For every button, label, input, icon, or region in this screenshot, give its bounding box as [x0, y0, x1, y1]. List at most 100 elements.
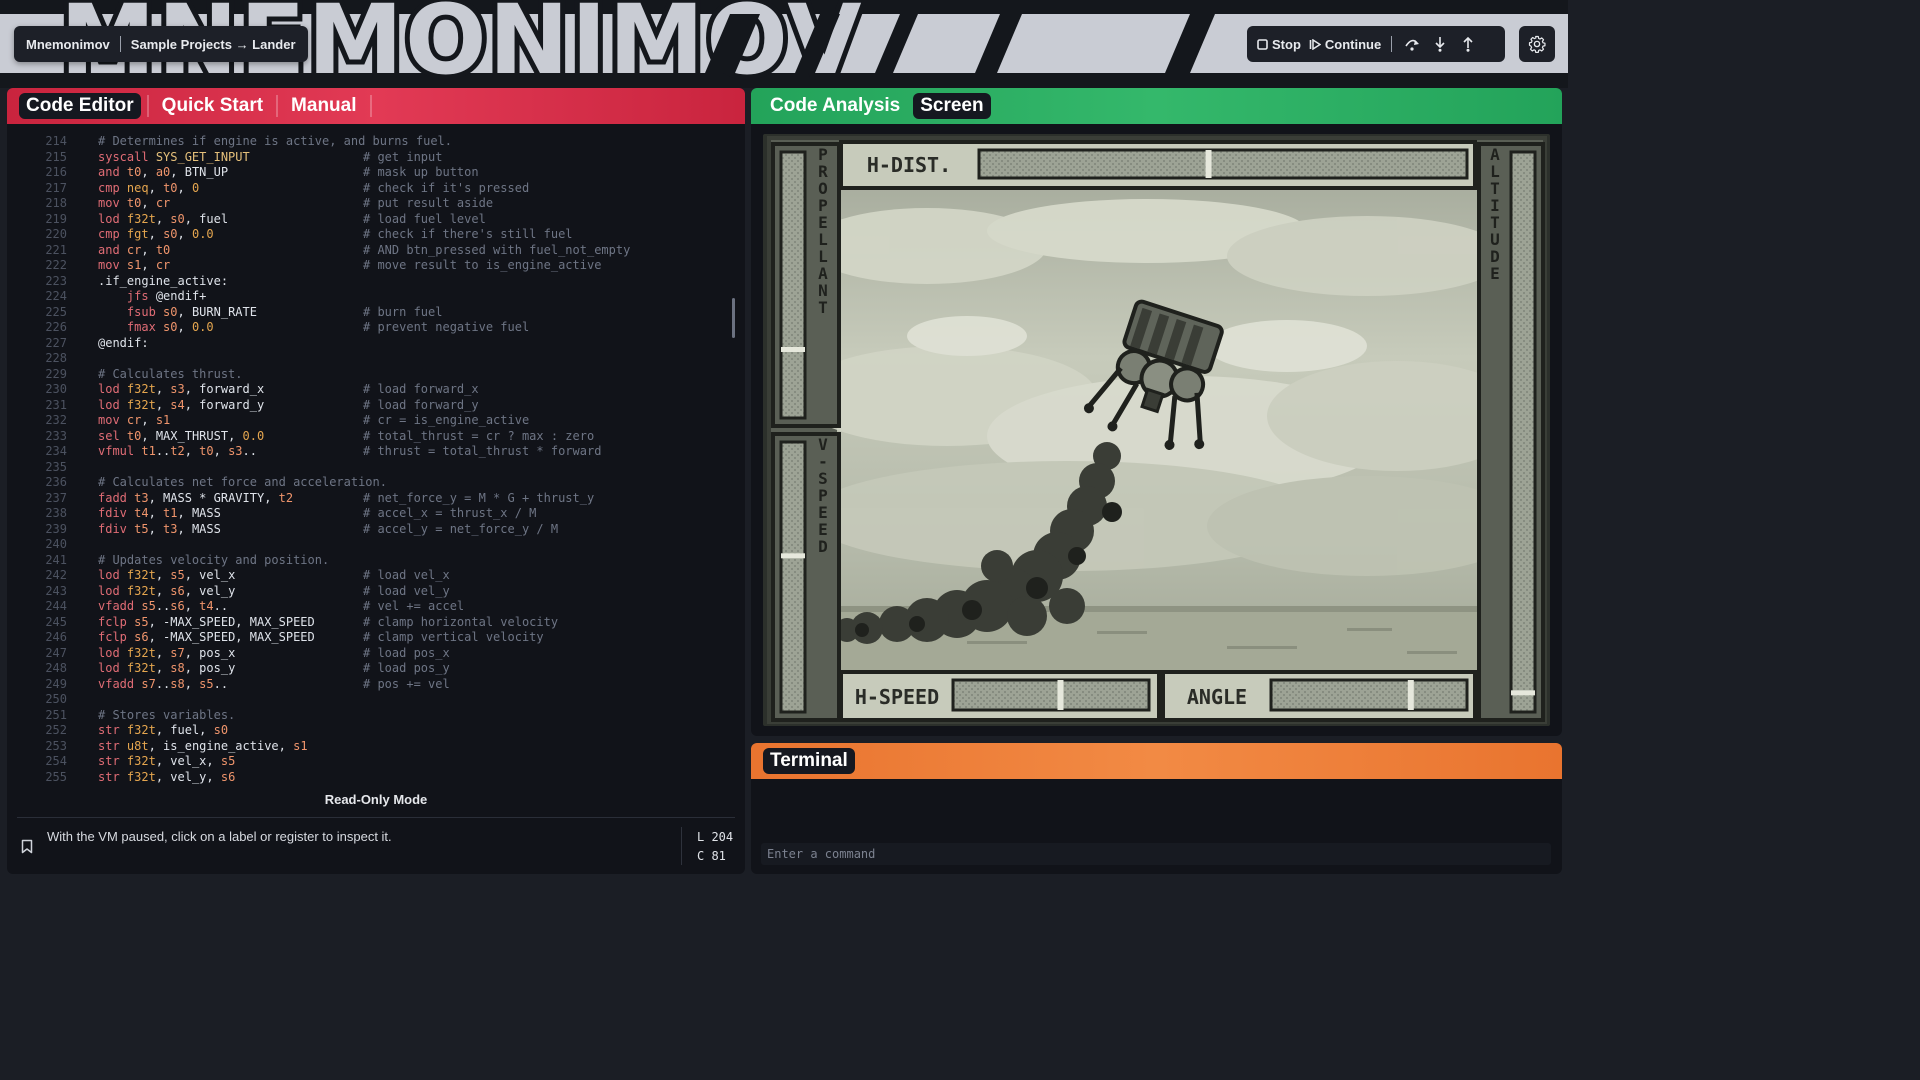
tab-quick-start[interactable]: Quick Start [155, 93, 270, 119]
code-text[interactable]: and cr, t0 [98, 243, 170, 259]
code-text[interactable]: fadd t3, MASS * GRAVITY, t2 [98, 491, 293, 507]
code-line[interactable]: 219 lod f32t, s0, fuel # load fuel level [7, 212, 745, 228]
settings-button[interactable] [1519, 26, 1555, 62]
code-line[interactable]: 228 [7, 351, 745, 367]
code-line[interactable]: 214 # Determines if engine is active, and… [7, 134, 745, 150]
code-line[interactable]: 243 lod f32t, s6, vel_y # load vel_y [7, 584, 745, 600]
code-line[interactable]: 251 # Stores variables. [7, 708, 745, 724]
code-text[interactable]: str u8t, is_engine_active, s1 [98, 739, 308, 755]
code-line[interactable]: 216 and t0, a0, BTN_UP # mask up button [7, 165, 745, 181]
code-line[interactable]: 250 [7, 692, 745, 708]
code-line[interactable]: 226 fmax s0, 0.0 # prevent negative fuel [7, 320, 745, 336]
tab-terminal[interactable]: Terminal [763, 748, 855, 774]
code-line[interactable]: 221 and cr, t0 # AND btn_pressed with fuel… [7, 243, 745, 259]
code-line[interactable]: 240 [7, 537, 745, 553]
code-line[interactable]: 224 jfs @endif+ [7, 289, 745, 305]
code-text[interactable]: .if_engine_active: [98, 274, 228, 290]
code-text[interactable]: lod f32t, s6, vel_y [98, 584, 235, 600]
code-text[interactable]: lod f32t, s0, fuel [98, 212, 228, 228]
code-text[interactable]: mov t0, cr [98, 196, 170, 212]
code-line[interactable]: 233 sel t0, MAX_THRUST, 0.0 # total_thrust… [7, 429, 745, 445]
code-line[interactable]: 229 # Calculates thrust. [7, 367, 745, 383]
code-text[interactable]: sel t0, MAX_THRUST, 0.0 [98, 429, 264, 445]
tab-manual[interactable]: Manual [284, 93, 363, 119]
step-out-button[interactable] [1458, 34, 1478, 54]
game-screen[interactable]: H-DIST. H-SPEED ANGLE PROPELLANTV-SPEEDA… [763, 134, 1550, 726]
code-text[interactable]: str f32t, vel_x, s5 [98, 754, 235, 770]
code-line[interactable]: 249 vfadd s7..s8, s5.. # pos += vel [7, 677, 745, 693]
code-text[interactable]: lod f32t, s5, vel_x [98, 568, 235, 584]
code-line[interactable]: 232 mov cr, s1 # cr = is_engine_active [7, 413, 745, 429]
code-line[interactable]: 225 fsub s0, BURN_RATE # burn fuel [7, 305, 745, 321]
code-text[interactable]: # Stores variables. [98, 708, 235, 724]
code-text[interactable]: vfmul t1..t2, t0, s3.. [98, 444, 257, 460]
tab-code-editor[interactable]: Code Editor [19, 93, 141, 119]
code-line[interactable]: 234 vfmul t1..t2, t0, s3.. # thrust = tota… [7, 444, 745, 460]
step-over-button[interactable] [1402, 34, 1422, 54]
code-text[interactable]: lod f32t, s7, pos_x [98, 646, 235, 662]
command-input[interactable] [761, 843, 1551, 865]
code-text[interactable]: jfs @endif+ [98, 289, 206, 305]
code-line[interactable]: 231 lod f32t, s4, forward_y # load forward… [7, 398, 745, 414]
code-line[interactable]: 239 fdiv t5, t3, MASS # accel_y = net_forc… [7, 522, 745, 538]
stop-button[interactable]: Stop [1257, 37, 1301, 52]
tab-screen[interactable]: Screen [913, 93, 991, 119]
bookmark-icon[interactable] [21, 839, 33, 854]
code-text[interactable]: # Calculates thrust. [98, 367, 243, 383]
code-text[interactable]: mov cr, s1 [98, 413, 170, 429]
code-text[interactable]: fclp s6, -MAX_SPEED, MAX_SPEED [98, 630, 315, 646]
code-text[interactable]: lod f32t, s4, forward_y [98, 398, 264, 414]
code-line[interactable]: 218 mov t0, cr # put result aside [7, 196, 745, 212]
code-line[interactable]: 245 fclp s5, -MAX_SPEED, MAX_SPEED # clamp… [7, 615, 745, 631]
step-into-button[interactable] [1430, 34, 1450, 54]
code-line[interactable]: 238 fdiv t4, t1, MASS # accel_x = thrust_x… [7, 506, 745, 522]
code-text[interactable]: fdiv t5, t3, MASS [98, 522, 221, 538]
continue-button[interactable]: Continue [1309, 37, 1381, 52]
code-line[interactable]: 255 str f32t, vel_y, s6 [7, 770, 745, 786]
code-line[interactable]: 237 fadd t3, MASS * GRAVITY, t2 # net_forc… [7, 491, 745, 507]
code-line[interactable]: 248 lod f32t, s8, pos_y # load pos_y [7, 661, 745, 677]
code-text[interactable]: lod f32t, s8, pos_y [98, 661, 235, 677]
code-text[interactable]: cmp fgt, s0, 0.0 [98, 227, 214, 243]
game-canvas[interactable]: H-DIST. H-SPEED ANGLE PROPELLANTV-SPEEDA… [767, 136, 1547, 724]
code-line[interactable]: 227 @endif: [7, 336, 745, 352]
code-line[interactable]: 252 str f32t, fuel, s0 [7, 723, 745, 739]
code-line[interactable]: 241 # Updates velocity and position. [7, 553, 745, 569]
code-line[interactable]: 230 lod f32t, s3, forward_x # load forward… [7, 382, 745, 398]
code-line[interactable]: 254 str f32t, vel_x, s5 [7, 754, 745, 770]
code-text[interactable]: fmax s0, 0.0 [98, 320, 214, 336]
code-text[interactable]: # Calculates net force and acceleration. [98, 475, 387, 491]
code-line[interactable]: 222 mov s1, cr # move result to is_engine_… [7, 258, 745, 274]
code-text[interactable]: and t0, a0, BTN_UP [98, 165, 228, 181]
code-line[interactable]: 217 cmp neq, t0, 0 # check if it's pressed [7, 181, 745, 197]
code-text[interactable]: mov s1, cr [98, 258, 170, 274]
code-view[interactable]: 214 # Determines if engine is active, and… [7, 134, 745, 794]
code-line[interactable]: 247 lod f32t, s7, pos_x # load pos_x [7, 646, 745, 662]
code-text[interactable]: vfadd s5..s6, t4.. [98, 599, 228, 615]
code-line[interactable]: 253 str u8t, is_engine_active, s1 [7, 739, 745, 755]
code-scrollbar[interactable] [732, 298, 735, 338]
code-text[interactable]: fclp s5, -MAX_SPEED, MAX_SPEED [98, 615, 315, 631]
code-text[interactable]: # Updates velocity and position. [98, 553, 329, 569]
code-text[interactable]: syscall SYS_GET_INPUT [98, 150, 250, 166]
code-line[interactable]: 244 vfadd s5..s6, t4.. # vel += accel [7, 599, 745, 615]
code-text[interactable]: fsub s0, BURN_RATE [98, 305, 257, 321]
code-line[interactable]: 242 lod f32t, s5, vel_x # load vel_x [7, 568, 745, 584]
code-text[interactable]: str f32t, vel_y, s6 [98, 770, 235, 786]
code-text[interactable]: # Determines if engine is active, and bu… [98, 134, 452, 150]
code-line[interactable]: 220 cmp fgt, s0, 0.0 # check if there's st… [7, 227, 745, 243]
code-line[interactable]: 246 fclp s6, -MAX_SPEED, MAX_SPEED # clamp… [7, 630, 745, 646]
code-text[interactable]: vfadd s7..s8, s5.. [98, 677, 228, 693]
code-text[interactable]: @endif: [98, 336, 149, 352]
code-line[interactable]: 215 syscall SYS_GET_INPUT # get input [7, 150, 745, 166]
code-text[interactable]: cmp neq, t0, 0 [98, 181, 199, 197]
breadcrumb-app[interactable]: Mnemonimov [26, 37, 110, 52]
code-line[interactable]: 236 # Calculates net force and accelerati… [7, 475, 745, 491]
tab-code-analysis[interactable]: Code Analysis [763, 93, 907, 119]
breadcrumb-project[interactable]: Sample Projects → Lander [131, 37, 296, 52]
code-line[interactable]: 235 [7, 460, 745, 476]
code-line[interactable]: 223 .if_engine_active: [7, 274, 745, 290]
code-text[interactable]: fdiv t4, t1, MASS [98, 506, 221, 522]
code-text[interactable]: lod f32t, s3, forward_x [98, 382, 264, 398]
code-text[interactable]: str f32t, fuel, s0 [98, 723, 228, 739]
